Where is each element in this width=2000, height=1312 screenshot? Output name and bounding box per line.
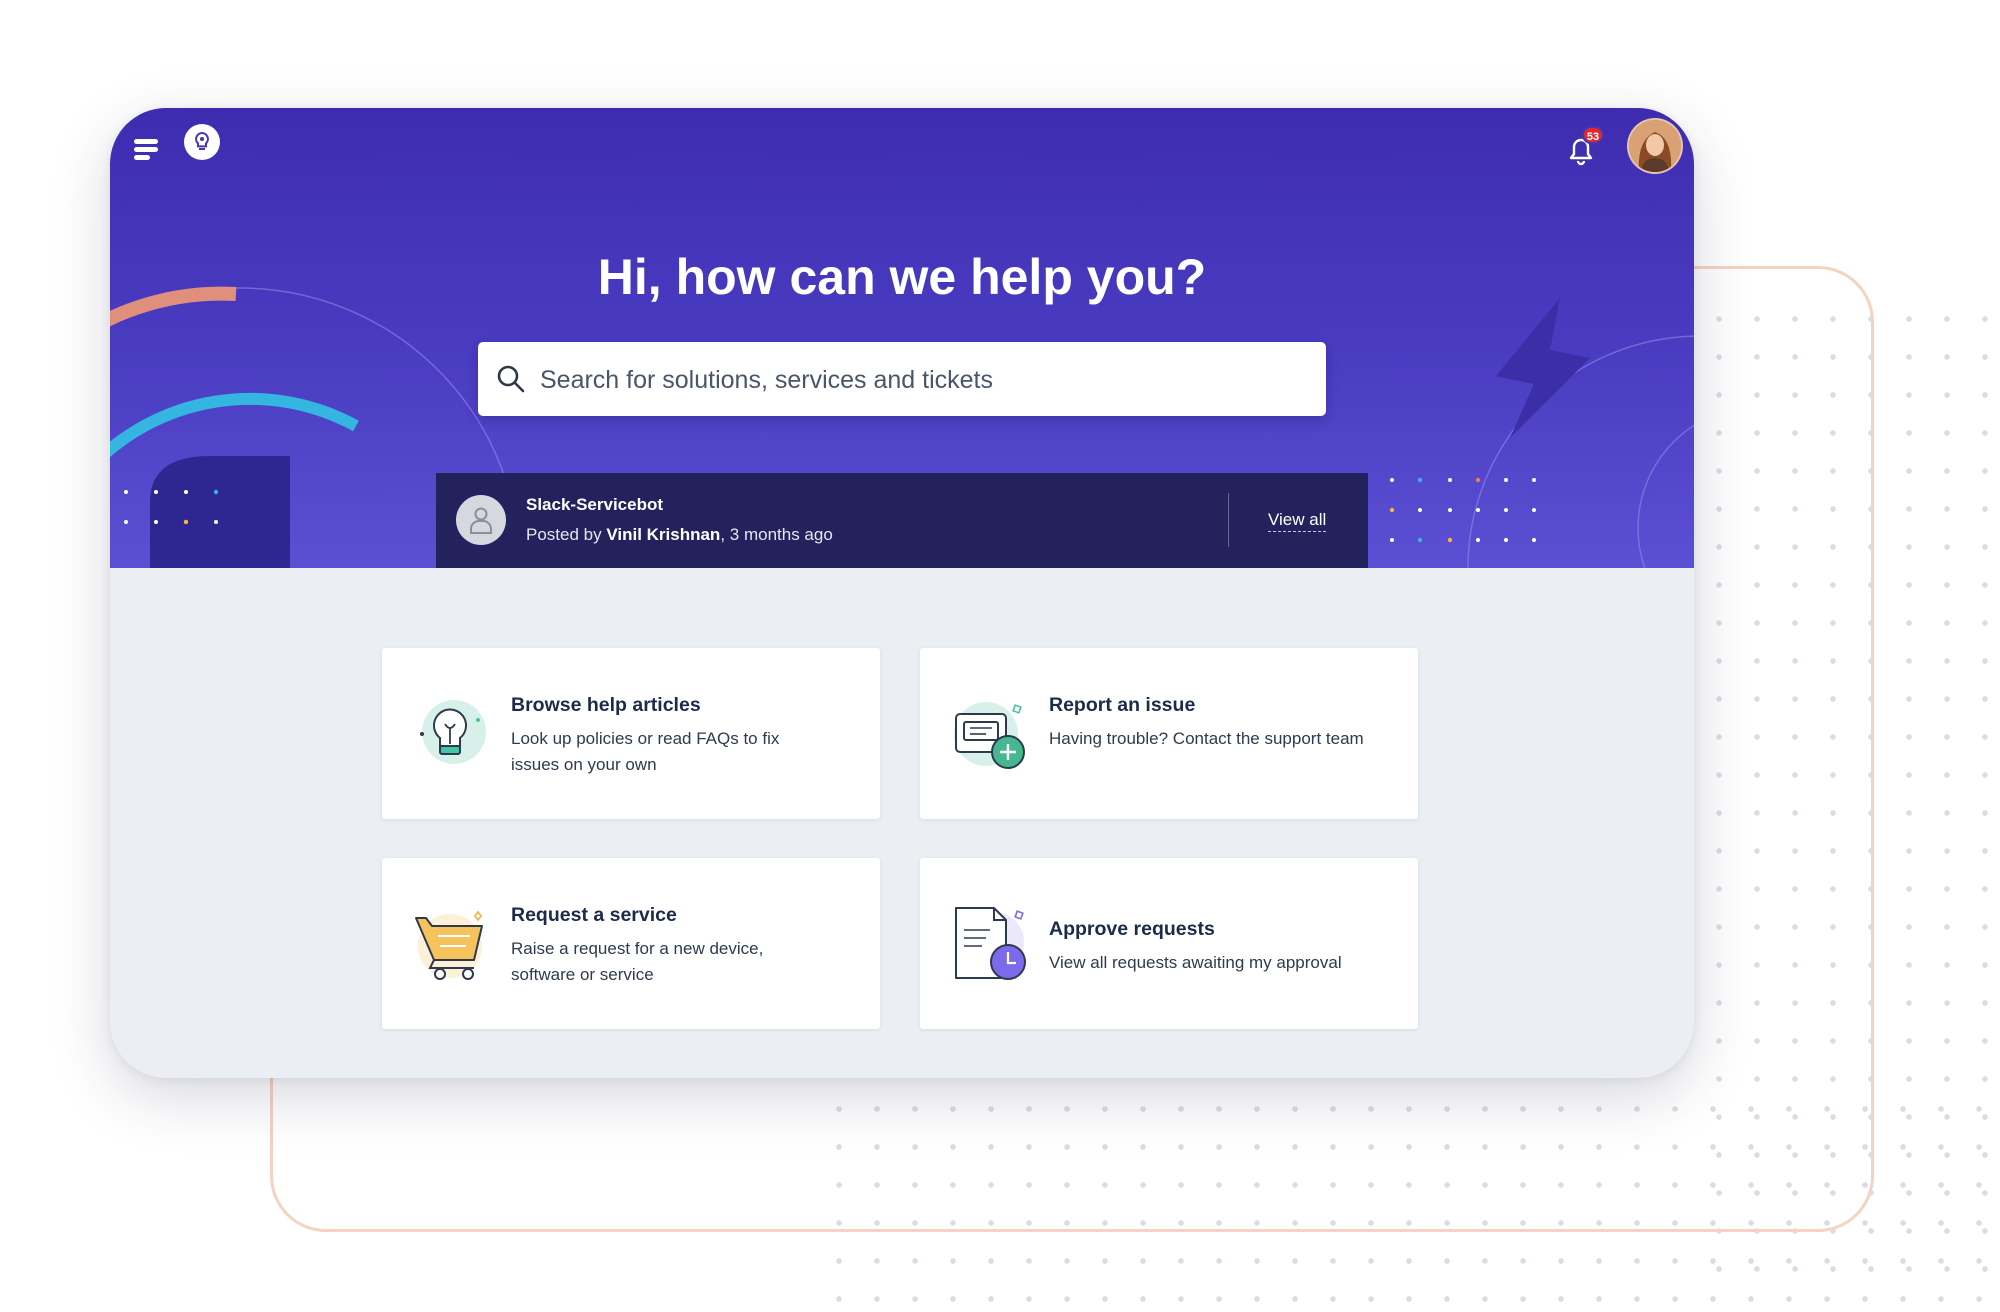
user-avatar[interactable]: [1627, 118, 1683, 174]
announcement-title[interactable]: Slack-Servicebot: [526, 495, 663, 515]
card-title: Approve requests: [1049, 918, 1215, 940]
user-placeholder-icon: [470, 507, 492, 534]
view-all-link[interactable]: View all: [1268, 510, 1327, 532]
announcement-author-avatar: [456, 495, 506, 545]
notification-count-badge: 53: [1582, 126, 1604, 144]
announcement-divider: [1228, 493, 1229, 547]
announcement-author: Vinil Krishnan: [606, 525, 721, 544]
search-bar[interactable]: [478, 342, 1326, 418]
app-window: 53 Hi, how can we help you? Search for s…: [110, 108, 1694, 1078]
document-clock-icon: [955, 907, 1026, 980]
report-an-issue-card[interactable]: Report an issue Having trouble? Contact …: [920, 648, 1418, 819]
posted-by-label: Posted by: [526, 525, 607, 544]
card-title: Browse help articles: [511, 694, 701, 716]
search-input[interactable]: [538, 342, 1312, 418]
card-description: Raise a request for a new device, softwa…: [511, 939, 764, 984]
browse-help-articles-card[interactable]: Browse help articles Look up policies or…: [382, 648, 880, 819]
card-title: Report an issue: [1049, 694, 1196, 716]
report-issue-icon: [954, 702, 1025, 769]
request-a-service-card[interactable]: Request a service Raise a request for a …: [382, 858, 880, 1029]
announcement-time: , 3 months ago: [720, 525, 833, 544]
notifications-button[interactable]: 53: [1558, 126, 1604, 174]
search-icon: [497, 365, 525, 393]
card-title: Request a service: [511, 904, 677, 926]
shopping-cart-icon: [415, 910, 483, 980]
card-description: Look up policies or read FAQs to fix iss…: [511, 729, 780, 774]
announcement-banner: Slack-Servicebot Posted by Vinil Krishna…: [436, 473, 1368, 568]
lightbulb-icon: [420, 700, 486, 764]
card-description: Having trouble? Contact the support team: [1049, 729, 1364, 748]
hamburger-menu-icon[interactable]: [134, 136, 178, 176]
hero-banner: 53 Hi, how can we help you? Search for s…: [110, 108, 1694, 568]
announcement-meta: Posted by Vinil Krishnan, 3 months ago: [526, 525, 833, 545]
card-description: View all requests awaiting my approval: [1049, 953, 1342, 972]
approve-requests-card[interactable]: Approve requests View all requests await…: [920, 858, 1418, 1029]
lightbulb-logo-icon[interactable]: [184, 124, 220, 160]
hero-title: Hi, how can we help you?: [597, 249, 1207, 305]
